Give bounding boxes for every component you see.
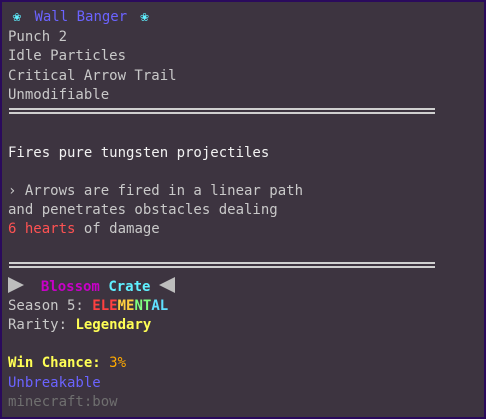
win-chance-line: Win Chance: 3% [8,354,126,374]
flower-icon: ❀ [140,9,149,25]
win-chance-value: 3% [109,355,127,371]
item-id: minecraft:bow [8,394,118,410]
damage-suffix: of damage [75,221,160,237]
crate-line: Blossom Crate [8,277,175,297]
item-name: Wall Banger [34,9,128,25]
description-line: and penetrates obstacles dealing [8,202,278,218]
separator [9,262,435,268]
season-line: Season 5: ELEMENTAL [8,297,168,317]
season-value: ELEMENTAL [92,298,169,314]
enchant-line: Punch 2 [8,29,68,45]
rarity-line: Rarity: Legendary [8,316,151,336]
enchant-line: Critical Arrow Trail [8,68,177,84]
unbreakable-tag: Unbreakable [8,375,101,391]
rarity-label: Rarity: [8,317,76,333]
crate-name-part2: Crate [108,279,151,295]
season-label: Season 5: [8,298,93,314]
description-title: Fires pure tungsten projectiles [8,145,270,161]
arrow-right-icon [8,277,24,293]
damage-line: 6 hearts of damage [8,220,160,240]
description-line: › Arrows are fired in a linear path [8,183,304,199]
rarity-value: Legendary [75,317,152,333]
enchant-line: Unmodifiable [8,87,110,103]
separator [9,108,435,114]
win-chance-label: Win Chance: [8,355,110,371]
damage-value: 6 hearts [8,221,76,237]
crate-name-part1: Blossom [40,279,100,295]
flower-icon: ❀ [12,9,22,25]
arrow-left-icon [158,277,175,293]
item-title: ❀ Wall Banger ❀ [8,8,154,28]
item-tooltip: ❀ Wall Banger ❀ Punch 2 Idle Particles C… [0,0,486,419]
enchant-line: Idle Particles [8,48,127,64]
